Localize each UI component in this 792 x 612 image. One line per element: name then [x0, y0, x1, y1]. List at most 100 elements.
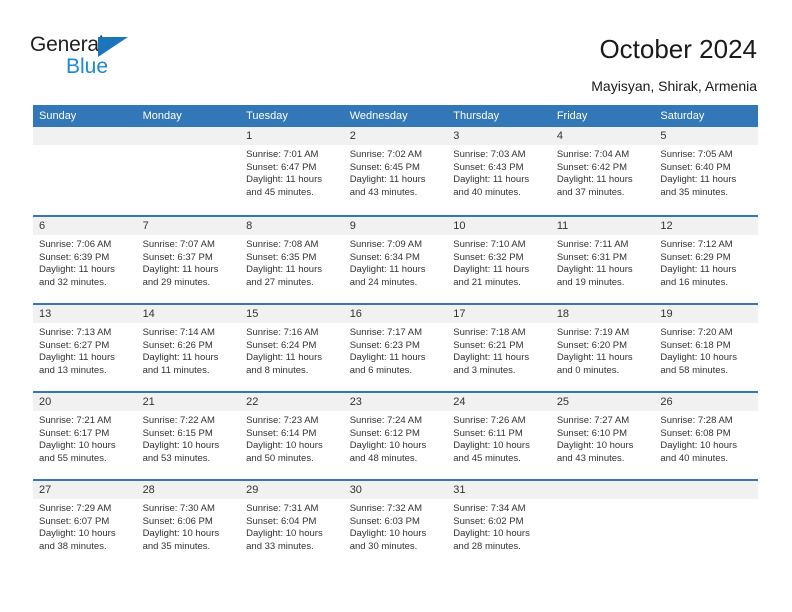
- day-details: Sunrise: 7:27 AM Sunset: 6:10 PM Daylight:…: [551, 411, 655, 465]
- day-details: Sunrise: 7:20 AM Sunset: 6:18 PM Daylight:…: [654, 323, 758, 377]
- sunset-text: Sunset: 6:40 PM: [660, 161, 731, 173]
- sunset-text: Sunset: 6:32 PM: [453, 251, 524, 263]
- calendar-day-cell[interactable]: 14 Sunrise: 7:14 AM Sunset: 6:26 PM Dayligh…: [136, 303, 241, 391]
- calendar-day-cell[interactable]: 28 Sunrise: 7:30 AM Sunset: 6:06 PM Dayligh…: [136, 479, 241, 567]
- calendar-day-cell[interactable]: 13 Sunrise: 7:13 AM Sunset: 6:27 PM Dayligh…: [33, 303, 137, 391]
- day-details: Sunrise: 7:11 AM Sunset: 6:31 PM Daylight:…: [551, 235, 655, 289]
- day-details: Sunrise: 7:16 AM Sunset: 6:24 PM Daylight:…: [240, 323, 344, 377]
- sunset-text: Sunset: 6:42 PM: [556, 161, 628, 173]
- daylight-text-line1: Daylight: 10 hours: [142, 440, 220, 452]
- daylight-text-line1: Daylight: 11 hours: [453, 264, 530, 276]
- calendar-day-cell[interactable]: 9 Sunrise: 7:09 AM Sunset: 6:34 PM Daylight…: [343, 215, 448, 303]
- calendar-day-cell[interactable]: 1 Sunrise: 7:01 AM Sunset: 6:47 PM Daylight…: [240, 127, 344, 215]
- calendar-day-cell[interactable]: 8 Sunrise: 7:08 AM Sunset: 6:35 PM Daylight…: [240, 215, 344, 303]
- calendar-day-cell[interactable]: 6 Sunrise: 7:06 AM Sunset: 6:39 PM Daylight…: [33, 215, 137, 303]
- calendar-day-cell[interactable]: 11 Sunrise: 7:11 AM Sunset: 6:31 PM Dayligh…: [550, 215, 655, 303]
- daylight-text-line2: and 11 minutes.: [142, 364, 210, 376]
- calendar-day-cell[interactable]: 18 Sunrise: 7:19 AM Sunset: 6:20 PM Dayligh…: [550, 303, 655, 391]
- weekday-header-saturday: Saturday: [654, 105, 758, 127]
- daylight-text-line2: and 45 minutes.: [453, 452, 521, 464]
- sunrise-text: Sunrise: 7:26 AM: [453, 415, 526, 426]
- daylight-text-line1: Daylight: 10 hours: [453, 528, 530, 540]
- calendar-day-cell[interactable]: 26 Sunrise: 7:28 AM Sunset: 6:08 PM Dayligh…: [654, 391, 758, 479]
- calendar-day-cell[interactable]: 27 Sunrise: 7:29 AM Sunset: 6:07 PM Dayligh…: [33, 479, 137, 567]
- day-number: [33, 127, 137, 145]
- day-details: Sunrise: 7:10 AM Sunset: 6:32 PM Daylight:…: [447, 235, 551, 289]
- day-details: Sunrise: 7:12 AM Sunset: 6:29 PM Daylight:…: [654, 235, 758, 289]
- daylight-text-line2: and 43 minutes.: [349, 186, 418, 198]
- calendar-day-cell[interactable]: 16 Sunrise: 7:17 AM Sunset: 6:23 PM Dayligh…: [343, 303, 448, 391]
- day-number: 19: [654, 305, 758, 323]
- day-number: 8: [240, 217, 344, 235]
- daylight-text-line1: Daylight: 10 hours: [349, 528, 427, 540]
- calendar-day-cell[interactable]: 19 Sunrise: 7:20 AM Sunset: 6:18 PM Dayligh…: [654, 303, 758, 391]
- sunrise-text: Sunrise: 7:34 AM: [453, 503, 526, 514]
- daylight-text-line2: and 27 minutes.: [246, 276, 314, 288]
- daylight-text-line1: Daylight: 10 hours: [556, 440, 634, 452]
- sunrise-text: Sunrise: 7:19 AM: [556, 327, 630, 338]
- daylight-text-line2: and 8 minutes.: [246, 364, 309, 376]
- day-details: [551, 499, 655, 503]
- sunset-text: Sunset: 6:29 PM: [660, 251, 731, 263]
- daylight-text-line1: Daylight: 10 hours: [660, 440, 737, 452]
- sunrise-text: Sunrise: 7:06 AM: [39, 239, 112, 250]
- calendar-day-cell[interactable]: 15 Sunrise: 7:16 AM Sunset: 6:24 PM Dayligh…: [240, 303, 344, 391]
- sunrise-text: Sunrise: 7:11 AM: [556, 239, 629, 250]
- calendar-day-cell[interactable]: 5 Sunrise: 7:05 AM Sunset: 6:40 PM Daylight…: [654, 127, 758, 215]
- day-details: Sunrise: 7:05 AM Sunset: 6:40 PM Daylight:…: [654, 145, 758, 199]
- day-details: Sunrise: 7:07 AM Sunset: 6:37 PM Daylight:…: [137, 235, 241, 289]
- calendar-day-cell[interactable]: 24 Sunrise: 7:26 AM Sunset: 6:11 PM Dayligh…: [447, 391, 551, 479]
- day-details: Sunrise: 7:09 AM Sunset: 6:34 PM Daylight:…: [344, 235, 448, 289]
- day-details: Sunrise: 7:24 AM Sunset: 6:12 PM Daylight:…: [344, 411, 448, 465]
- daylight-text-line1: Daylight: 11 hours: [349, 174, 426, 186]
- sunrise-text: Sunrise: 7:23 AM: [246, 415, 319, 426]
- daylight-text-line2: and 28 minutes.: [453, 540, 521, 552]
- calendar-day-cell[interactable]: 22 Sunrise: 7:23 AM Sunset: 6:14 PM Dayligh…: [240, 391, 344, 479]
- day-number: 15: [240, 305, 344, 323]
- sunset-text: Sunset: 6:39 PM: [39, 251, 110, 263]
- calendar-day-cell[interactable]: 17 Sunrise: 7:18 AM Sunset: 6:21 PM Dayligh…: [447, 303, 551, 391]
- daylight-text-line1: Daylight: 11 hours: [246, 352, 322, 364]
- day-number: 13: [33, 305, 137, 323]
- calendar-day-cell[interactable]: 25 Sunrise: 7:27 AM Sunset: 6:10 PM Dayligh…: [550, 391, 655, 479]
- day-details: Sunrise: 7:17 AM Sunset: 6:23 PM Daylight:…: [344, 323, 448, 377]
- sunset-text: Sunset: 6:07 PM: [39, 515, 110, 527]
- daylight-text-line2: and 58 minutes.: [660, 364, 728, 376]
- day-number: 11: [550, 217, 655, 235]
- day-details: Sunrise: 7:04 AM Sunset: 6:42 PM Daylight:…: [551, 145, 655, 199]
- calendar-day-cell-empty: [33, 127, 137, 215]
- logo-triangle-icon: [98, 37, 128, 57]
- calendar-day-cell[interactable]: 7 Sunrise: 7:07 AM Sunset: 6:37 PM Daylight…: [136, 215, 241, 303]
- day-number: 26: [654, 393, 758, 411]
- calendar-day-cell[interactable]: 3 Sunrise: 7:03 AM Sunset: 6:43 PM Daylight…: [447, 127, 551, 215]
- calendar-day-cell[interactable]: 23 Sunrise: 7:24 AM Sunset: 6:12 PM Dayligh…: [343, 391, 448, 479]
- day-number: 1: [240, 127, 344, 145]
- sunset-text: Sunset: 6:20 PM: [556, 339, 628, 351]
- calendar-day-cell[interactable]: 21 Sunrise: 7:22 AM Sunset: 6:15 PM Dayligh…: [136, 391, 241, 479]
- calendar-day-cell[interactable]: 20 Sunrise: 7:21 AM Sunset: 6:17 PM Dayligh…: [33, 391, 137, 479]
- daylight-text-line2: and 32 minutes.: [39, 276, 107, 288]
- sunrise-text: Sunrise: 7:12 AM: [660, 239, 733, 250]
- calendar-day-cell[interactable]: 10 Sunrise: 7:10 AM Sunset: 6:32 PM Dayligh…: [447, 215, 551, 303]
- daylight-text-line2: and 16 minutes.: [660, 276, 728, 288]
- logo-text-blue: Blue: [66, 55, 109, 78]
- page-title: October 2024: [599, 34, 757, 64]
- day-details: [33, 145, 137, 149]
- day-number: 25: [550, 393, 655, 411]
- calendar-day-cell[interactable]: 2 Sunrise: 7:02 AM Sunset: 6:45 PM Daylight…: [343, 127, 448, 215]
- sunrise-text: Sunrise: 7:16 AM: [246, 327, 319, 338]
- calendar-day-cell[interactable]: 31 Sunrise: 7:34 AM Sunset: 6:02 PM Dayligh…: [447, 479, 551, 567]
- calendar-day-cell[interactable]: 4 Sunrise: 7:04 AM Sunset: 6:42 PM Daylight…: [550, 127, 655, 215]
- calendar-day-cell[interactable]: 30 Sunrise: 7:32 AM Sunset: 6:03 PM Dayligh…: [343, 479, 448, 567]
- sunrise-text: Sunrise: 7:18 AM: [453, 327, 526, 338]
- sunset-text: Sunset: 6:03 PM: [349, 515, 420, 527]
- calendar-day-cell[interactable]: 12 Sunrise: 7:12 AM Sunset: 6:29 PM Dayligh…: [654, 215, 758, 303]
- sunrise-text: Sunrise: 7:30 AM: [142, 503, 215, 514]
- daylight-text-line1: Daylight: 11 hours: [660, 174, 737, 186]
- calendar-week-row: 6 Sunrise: 7:06 AM Sunset: 6:39 PM Daylight…: [33, 215, 758, 303]
- sunrise-text: Sunrise: 7:21 AM: [39, 415, 112, 426]
- daylight-text-line1: Daylight: 11 hours: [142, 264, 219, 276]
- daylight-text-line1: Daylight: 11 hours: [39, 352, 115, 364]
- calendar-day-cell[interactable]: 29 Sunrise: 7:31 AM Sunset: 6:04 PM Dayligh…: [240, 479, 344, 567]
- generalblue-logo[interactable]: General Blue: [30, 33, 150, 83]
